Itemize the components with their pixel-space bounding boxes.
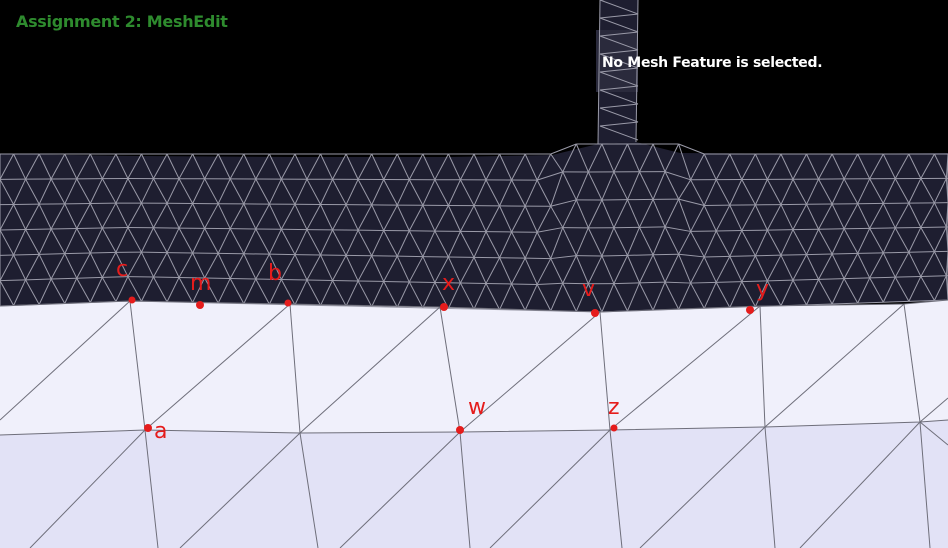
mesh-edge: [780, 254, 807, 256]
vertex-marker-v: [591, 309, 599, 317]
vertex-marker-x: [440, 303, 448, 311]
vertex-marker-y: [746, 306, 754, 314]
label-x: x: [442, 271, 455, 296]
label-v: v: [582, 277, 595, 302]
label-a: a: [154, 419, 167, 444]
mesh-edge: [64, 252, 91, 255]
mesh-edge: [346, 305, 372, 308]
label-w: w: [468, 395, 486, 420]
mesh-edge: [90, 251, 116, 254]
mesh-edge: [371, 306, 398, 308]
mesh-viewport[interactable]: c m b x v y a w z: [0, 0, 948, 548]
mesh-edge: [320, 304, 347, 307]
vertex-marker-z: [610, 424, 618, 432]
mesh-edge: [448, 307, 475, 310]
mesh-edge: [397, 306, 423, 309]
mesh-edge: [883, 251, 909, 254]
label-m: m: [190, 271, 211, 296]
mesh-edge: [601, 254, 628, 257]
lower-mesh-region: [0, 420, 948, 548]
mesh-edge: [13, 253, 40, 256]
label-y: y: [756, 277, 769, 302]
selection-status: No Mesh Feature is selected.: [602, 55, 823, 71]
vertex-marker-w: [456, 426, 464, 434]
mesh-edge: [908, 251, 935, 253]
mesh-edge: [39, 253, 65, 255]
dark-mesh-band: [0, 142, 948, 312]
app-title: Assignment 2: MeshEdit: [16, 12, 228, 31]
label-z: z: [608, 395, 620, 420]
label-b: b: [268, 261, 282, 286]
mesh-edge: [832, 252, 858, 255]
mesh-edge: [755, 254, 781, 257]
mesh-edge: [729, 255, 756, 257]
mesh-edge: [857, 252, 884, 254]
vertex-marker-c: [128, 296, 136, 304]
vertex-marker-m: [196, 301, 204, 309]
mesh-edge: [627, 254, 654, 256]
label-c: c: [116, 257, 128, 282]
mesh-edge: [806, 253, 833, 256]
mesh-edge: [704, 255, 730, 258]
mesh-edge: [653, 253, 679, 256]
vertex-marker-b: [284, 299, 292, 307]
vertex-marker-a: [144, 424, 152, 432]
